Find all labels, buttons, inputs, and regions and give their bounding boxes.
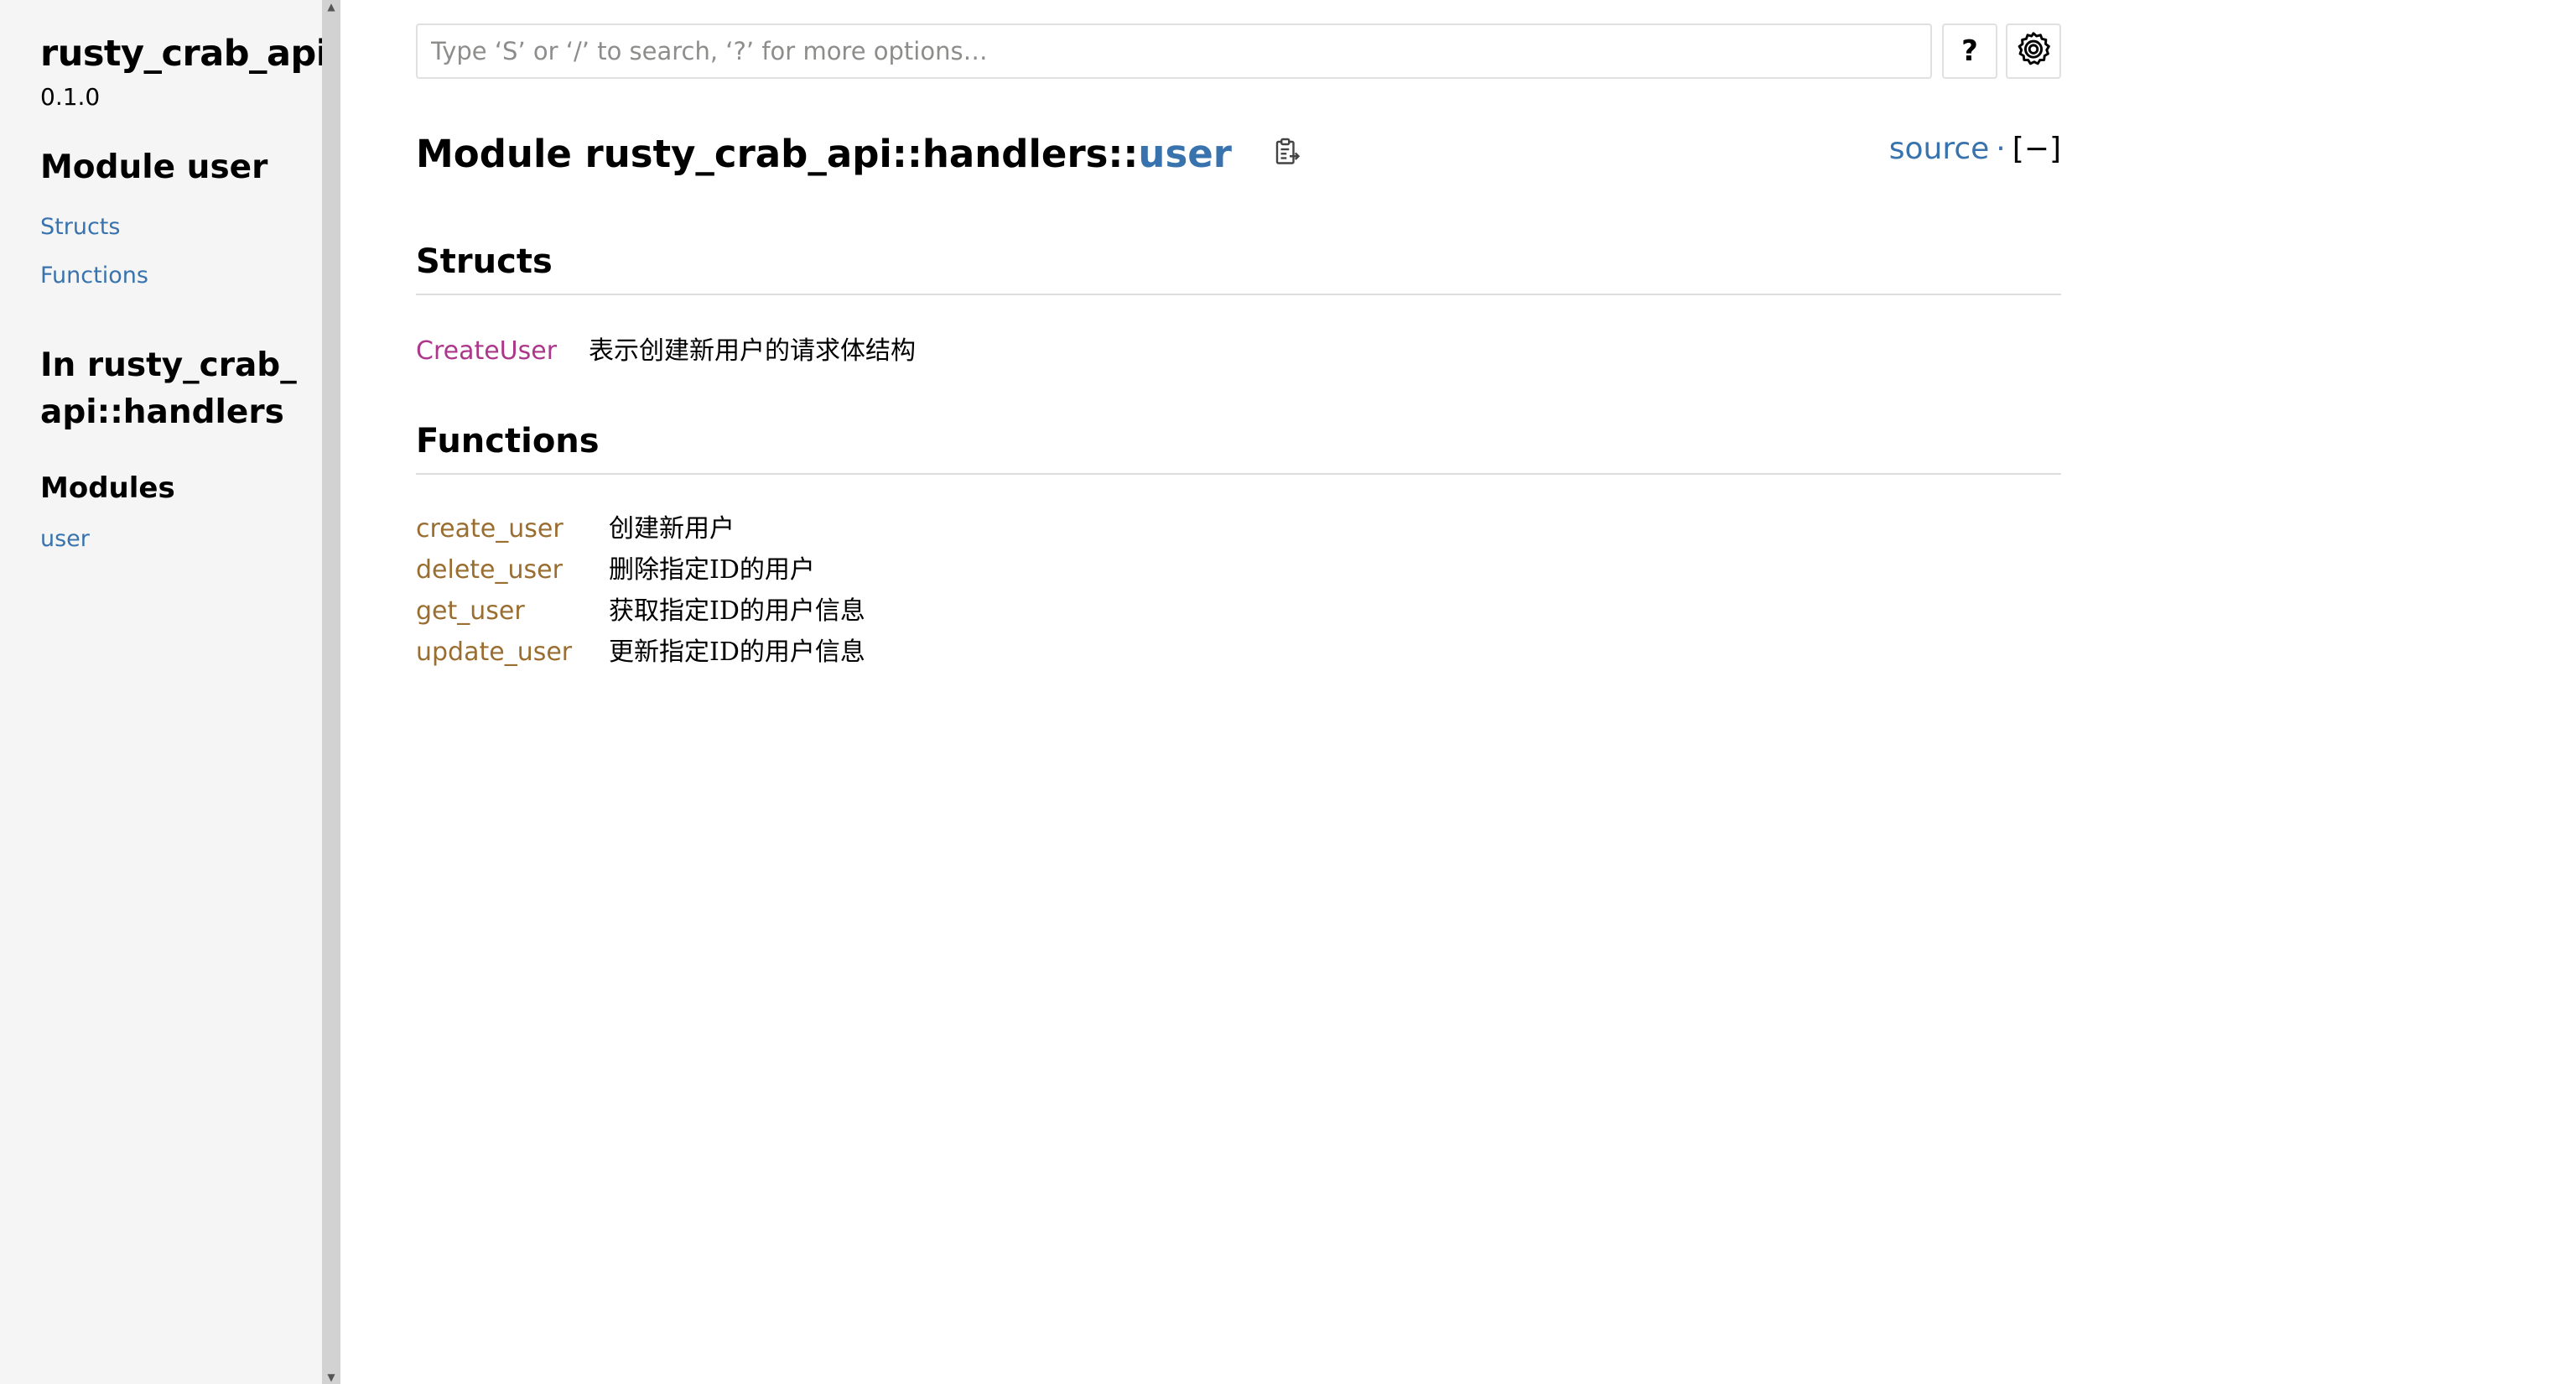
sidebar-parent-text[interactable]: In rusty_crab_api::handlers <box>40 342 309 436</box>
sidebar-link-user[interactable]: user <box>40 515 322 564</box>
crate-version: 0.1.0 <box>40 83 101 111</box>
struct-link[interactable]: CreateUser <box>416 330 589 372</box>
page-title: Module rusty_crab_api::handlers::user <box>416 127 1302 181</box>
gear-icon <box>2015 31 2052 71</box>
function-link[interactable]: update_user <box>416 632 609 673</box>
list-item: delete_user 删除指定ID的用户 <box>416 549 865 591</box>
collapse-toggle[interactable]: [−] <box>2012 132 2061 166</box>
item-description: 创建新用户 <box>609 514 735 544</box>
help-button[interactable]: ? <box>1942 23 1997 79</box>
page-title-module-link[interactable]: user <box>1138 132 1232 176</box>
sidebar-modules-heading: Modules <box>40 471 175 505</box>
sidebar-scrollbar[interactable]: ▲ ▼ <box>322 0 340 1384</box>
sidebar-link-structs[interactable]: Structs <box>40 203 322 252</box>
structs-heading[interactable]: Structs <box>416 238 2061 295</box>
list-item: get_user 获取指定ID的用户信息 <box>416 591 865 632</box>
sidebar-link-functions[interactable]: Functions <box>40 252 322 300</box>
page-title-prefix: Module rusty_crab_api::handlers:: <box>416 132 1139 176</box>
sidebar-parent-title: In rusty_crab_api::handlers <box>40 342 322 436</box>
source-links: source · [−] <box>1889 127 2061 171</box>
item-description: 更新指定ID的用户信息 <box>609 637 865 667</box>
item-description: 删除指定ID的用户 <box>609 555 815 585</box>
source-link[interactable]: source <box>1889 132 1990 166</box>
item-description: 获取指定ID的用户信息 <box>609 596 865 626</box>
list-item: update_user 更新指定ID的用户信息 <box>416 632 865 673</box>
functions-heading[interactable]: Functions <box>416 418 2061 475</box>
crate-name-link[interactable]: rusty_crab_api <box>40 30 329 77</box>
function-link[interactable]: delete_user <box>416 549 609 591</box>
source-separator: · <box>1996 132 2006 166</box>
search-bar: ? <box>416 23 2061 79</box>
sidebar-section-links: Structs Functions <box>40 203 322 300</box>
structs-table: CreateUser 表示创建新用户的请求体结构 <box>416 330 916 372</box>
sidebar-module-links: user <box>40 515 322 564</box>
function-link[interactable]: create_user <box>416 508 609 549</box>
clipboard-icon[interactable] <box>1272 127 1302 181</box>
function-link[interactable]: get_user <box>416 591 609 632</box>
settings-button[interactable] <box>2006 23 2061 79</box>
scroll-down-arrow-icon[interactable]: ▼ <box>322 1371 340 1384</box>
functions-table: create_user 创建新用户 delete_user 删除指定ID的用户 ge… <box>416 508 865 673</box>
list-item: create_user 创建新用户 <box>416 508 865 549</box>
sidebar-module-title: Module user <box>40 148 268 186</box>
item-description: 表示创建新用户的请求体结构 <box>589 336 916 366</box>
search-input[interactable] <box>416 23 1932 79</box>
page-heading-row: Module rusty_crab_api::handlers::user so… <box>416 127 2061 181</box>
scroll-up-arrow-icon[interactable]: ▲ <box>322 0 340 13</box>
list-item: CreateUser 表示创建新用户的请求体结构 <box>416 330 916 372</box>
sidebar: rusty_crab_api 0.1.0 Module user Structs… <box>0 0 329 1384</box>
